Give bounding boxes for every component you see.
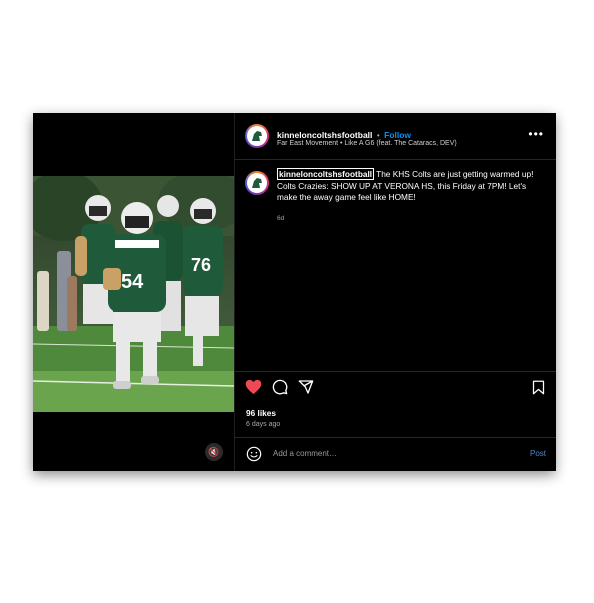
svg-text:76: 76	[191, 255, 211, 275]
caption-age: 6d	[277, 215, 285, 222]
likes-count[interactable]: 96 likes	[246, 408, 276, 418]
comment-input[interactable]	[271, 448, 515, 459]
post-caption: kinneloncoltshsfootball The KHS Colts are…	[277, 168, 547, 204]
comment-bar: Post	[235, 438, 556, 471]
caption-avatar[interactable]	[245, 171, 269, 195]
football-team-photo: 76 54	[33, 176, 234, 412]
svg-text:54: 54	[121, 271, 144, 293]
emoji-icon[interactable]	[246, 446, 262, 462]
post-details-panel: kinneloncoltshsfootball • Follow Far Eas…	[234, 113, 556, 471]
post-header: kinneloncoltshsfootball • Follow Far Eas…	[235, 113, 556, 160]
heart-filled-icon[interactable]	[245, 379, 262, 395]
follow-button[interactable]: Follow	[384, 130, 411, 140]
post-timestamp: 6 days ago	[246, 421, 281, 428]
colts-logo-icon	[247, 126, 267, 146]
audio-track-link[interactable]: Far East Movement • Like A G6 (feat. The…	[277, 140, 457, 147]
bookmark-icon[interactable]	[532, 380, 545, 395]
colts-logo-icon	[247, 173, 267, 193]
comment-icon[interactable]	[272, 379, 288, 395]
caption-username-link[interactable]: kinneloncoltshsfootball	[277, 168, 375, 180]
post-modal: 76 54 🔇 kinneloncoltshsfootball • Follow…	[33, 113, 556, 471]
share-icon[interactable]	[298, 379, 314, 395]
mute-icon[interactable]: 🔇	[205, 443, 223, 461]
avatar[interactable]	[245, 124, 269, 148]
separator-dot: •	[376, 131, 380, 140]
post-comment-button[interactable]: Post	[530, 449, 546, 458]
divider	[235, 371, 556, 372]
post-media[interactable]: 76 54 🔇	[33, 113, 234, 471]
username-link[interactable]: kinneloncoltshsfootball	[277, 130, 372, 140]
more-horizontal-icon[interactable]: •••	[528, 128, 544, 140]
